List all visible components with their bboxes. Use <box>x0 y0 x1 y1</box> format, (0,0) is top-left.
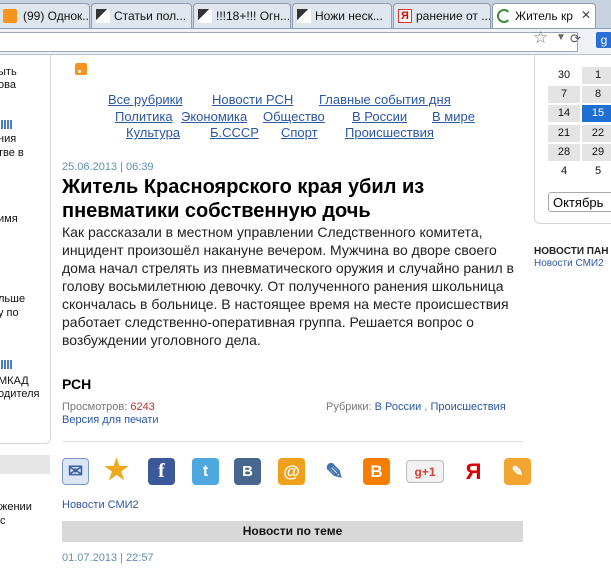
sidebar-text[interactable]: ыть <box>0 66 17 79</box>
odnoklassniki-icon <box>3 9 17 23</box>
liveinternet-icon[interactable]: ✎ <box>504 458 531 485</box>
address-toolbar: ☆ ▼ ⟳ g <box>0 28 611 55</box>
sidebar-text[interactable]: льше <box>0 293 25 306</box>
left-sidebar: ыть ова ния тве в имя льше у по МКАД оди… <box>0 55 51 444</box>
loading-icon <box>497 9 511 23</box>
yandex-icon: Я <box>398 9 412 23</box>
article-source: РСН <box>62 376 92 392</box>
nav-economy[interactable]: Экономика <box>181 109 247 124</box>
sidebar-gray-bar <box>0 455 50 474</box>
partner-news-heading: НОВОСТИ ПАН <box>534 246 609 257</box>
tab-fire[interactable]: !!!18+!!! Огн... <box>193 3 291 28</box>
favorite-star-icon[interactable]: ★ <box>103 456 130 484</box>
nav-main-events[interactable]: Главные события дня <box>319 92 451 107</box>
nav-politics[interactable]: Политика <box>115 109 173 124</box>
livejournal-icon[interactable]: ✎ <box>321 458 348 485</box>
smi2-news-link[interactable]: Новости СМИ2 <box>62 499 139 511</box>
tab-odnoklassniki[interactable]: (99) Однок... <box>0 3 90 28</box>
calendar-day[interactable]: 29 <box>582 144 611 161</box>
tab-label: Житель кр <box>515 9 573 23</box>
facebook-icon[interactable]: f <box>148 458 175 485</box>
nav-world[interactable]: В мире <box>432 109 475 124</box>
tab-label: Статьи пол... <box>114 9 187 23</box>
gun-icon <box>198 9 212 23</box>
rubrics-label: Рубрики: <box>326 401 372 413</box>
nav-all-rubrics[interactable]: Все рубрики <box>108 92 183 107</box>
browser-tab-bar: (99) Однок... Статьи пол... !!!18+!!! Ог… <box>0 0 611 29</box>
views-counter: Просмотров: 6243 <box>62 401 155 413</box>
tab-knives[interactable]: Ножи неск... <box>292 3 392 28</box>
calendar-day-selected[interactable]: 15 <box>582 105 611 122</box>
sidebar-text[interactable]: одителя <box>0 388 39 401</box>
web-page: ыть ова ния тве в имя льше у по МКАД оди… <box>0 55 611 568</box>
tab-label: ранение от ... <box>416 9 491 23</box>
calendar-day[interactable]: 30 <box>548 67 580 84</box>
sidebar-text[interactable]: МКАД <box>0 375 29 388</box>
gun-icon <box>96 9 110 23</box>
nav-culture[interactable]: Культура <box>126 125 180 140</box>
article-rubrics: Рубрики: В России , Происшествия <box>326 401 506 413</box>
blogger-icon[interactable]: B <box>363 458 390 485</box>
sidebar-text[interactable]: имя <box>0 213 18 226</box>
related-news-date: 01.07.2013 | 22:57 <box>62 552 154 564</box>
sidebar-text[interactable]: ния <box>0 133 16 146</box>
nav-society[interactable]: Общество <box>263 109 325 124</box>
sidebar-text[interactable]: тве в <box>0 147 24 160</box>
nav-rsn-news[interactable]: Новости РСН <box>212 92 293 107</box>
calendar-day[interactable]: 7 <box>548 86 580 103</box>
sidebar-text[interactable]: жении <box>0 501 32 514</box>
address-field[interactable] <box>0 32 578 52</box>
print-version-link[interactable]: Версия для печати <box>62 414 159 426</box>
tab-current-article[interactable]: Житель кр ✕ <box>492 3 596 28</box>
nav-ussr[interactable]: Б.СССР <box>210 125 259 140</box>
close-icon[interactable]: ✕ <box>581 8 591 22</box>
tab-label: !!!18+!!! Огн... <box>216 9 291 23</box>
sidebar-text[interactable]: ова <box>0 79 16 92</box>
nav-incidents[interactable]: Происшествия <box>345 125 434 140</box>
divider <box>62 441 523 442</box>
views-count: 6243 <box>130 401 155 413</box>
smi2-right-link[interactable]: Новости СМИ2 <box>534 258 604 269</box>
mailru-icon[interactable]: @ <box>278 458 305 485</box>
bookmark-star-icon[interactable]: ☆ <box>533 28 548 48</box>
views-label: Просмотров: <box>62 401 128 413</box>
article-date: 25.06.2013 | 06:39 <box>62 161 154 173</box>
twitter-icon[interactable]: t <box>192 458 219 485</box>
calendar-day[interactable]: 5 <box>582 163 611 180</box>
nav-russia[interactable]: В России <box>352 109 407 124</box>
calendar-day[interactable]: 4 <box>548 163 580 180</box>
tab-label: Ножи неск... <box>315 9 383 23</box>
vkontakte-icon[interactable]: B <box>234 458 261 485</box>
related-news-header: Новости по теме <box>62 521 523 542</box>
rss-icon[interactable] <box>75 63 87 75</box>
calendar-day[interactable]: 21 <box>548 125 580 142</box>
tab-label: (99) Однок... <box>23 9 90 23</box>
tab-articles[interactable]: Статьи пол... <box>91 3 192 28</box>
google-toolbar-icon[interactable]: g <box>596 32 611 48</box>
refresh-icon[interactable]: ⟳ <box>570 31 581 47</box>
rubric-link-incidents[interactable]: Происшествия <box>430 401 505 413</box>
tab-wound[interactable]: Я ранение от ... <box>393 3 491 28</box>
nav-sport[interactable]: Спорт <box>281 125 318 140</box>
article-title: Житель Красноярского края убил из пневма… <box>62 176 425 222</box>
yandex-icon[interactable]: Я <box>460 458 487 485</box>
rating-bars-icon <box>0 120 12 129</box>
sidebar-text[interactable]: с <box>0 515 6 528</box>
sidebar-text[interactable]: у по <box>0 307 19 320</box>
month-select[interactable]: Октябрь <box>548 192 611 212</box>
chevron-down-icon[interactable]: ▼ <box>556 32 566 43</box>
google-plus-icon[interactable]: g+1 <box>406 460 444 483</box>
calendar-day[interactable]: 28 <box>548 144 580 161</box>
calendar-day[interactable]: 14 <box>548 105 580 122</box>
email-icon[interactable]: ✉ <box>62 458 89 485</box>
rubric-link-russia[interactable]: В России <box>375 401 422 413</box>
gun-icon <box>297 9 311 23</box>
article-body: Как рассказали в местном управлении След… <box>62 224 514 348</box>
calendar-day[interactable]: 1 <box>582 67 611 84</box>
calendar-day[interactable]: 8 <box>582 86 611 103</box>
rating-bars-icon <box>0 360 12 369</box>
calendar-day[interactable]: 22 <box>582 125 611 142</box>
